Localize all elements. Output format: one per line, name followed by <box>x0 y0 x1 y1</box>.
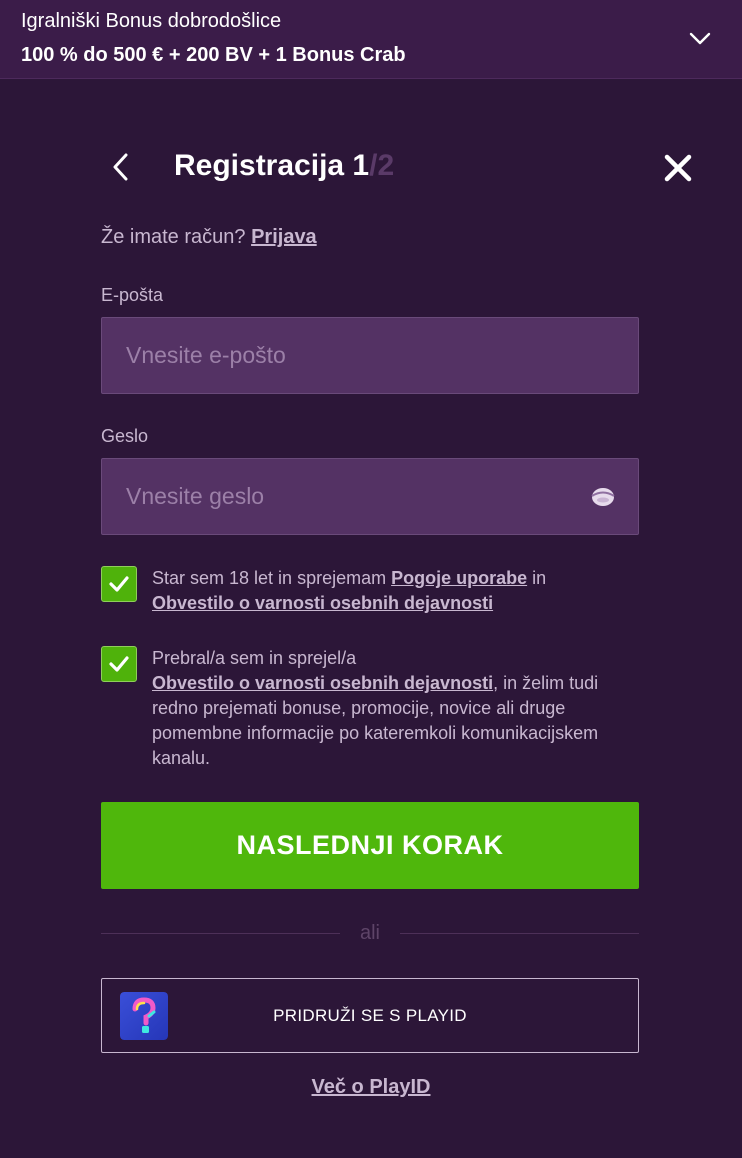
login-link[interactable]: Prijava <box>251 226 317 248</box>
eye-icon[interactable] <box>590 485 616 509</box>
terms-checkbox[interactable] <box>101 566 137 602</box>
login-prompt-text: Že imate račun? <box>101 226 252 248</box>
chevron-left-icon <box>113 153 128 181</box>
bonus-banner-offer: 100 % do 500 € + 200 BV + 1 Bonus Crab <box>21 44 406 66</box>
terms-of-use-link[interactable]: Pogoje uporabe <box>391 568 527 588</box>
more-about-playid-link[interactable]: Več o PlayID <box>0 1076 742 1099</box>
terms-text-2: in <box>527 568 547 588</box>
close-icon <box>664 154 692 182</box>
page-title-step-total: /2 <box>369 149 395 182</box>
chevron-down-icon[interactable] <box>688 28 712 48</box>
divider-or-text: ali <box>359 922 380 944</box>
playid-button-label: PRIDRUŽI SE S PLAYID <box>273 1006 467 1025</box>
password-label: Geslo <box>101 426 149 446</box>
terms-consent-text: Star sem 18 let in sprejemam Pogoje upor… <box>152 566 632 616</box>
page-title: Registracija 1/2 <box>174 149 394 183</box>
back-button[interactable] <box>106 150 138 184</box>
close-button[interactable] <box>660 150 696 186</box>
marketing-consent-text: Prebral/a sem in sprejel/a Obvestilo o v… <box>152 646 632 771</box>
login-prompt: Že imate račun? Prijava <box>101 226 317 249</box>
divider-line-right <box>400 933 639 934</box>
password-field[interactable] <box>101 458 639 535</box>
bonus-banner-title: Igralniški Bonus dobrodošlice <box>21 10 282 32</box>
checkmark-icon <box>109 656 129 672</box>
bonus-banner[interactable]: Igralniški Bonus dobrodošlice 100 % do 5… <box>0 0 742 79</box>
email-field[interactable] <box>101 317 639 394</box>
divider-line-left <box>101 933 340 934</box>
marketing-text-1: Prebral/a sem in sprejel/a <box>152 648 357 668</box>
checkmark-icon <box>109 576 129 592</box>
email-label: E-pošta <box>101 285 164 305</box>
privacy-notice-link[interactable]: Obvestilo o varnosti osebnih dejavnosti <box>152 593 493 613</box>
terms-text-1: Star sem 18 let in sprejemam <box>152 568 392 588</box>
marketing-checkbox[interactable] <box>101 646 137 682</box>
page-title-main: Registracija 1 <box>174 149 370 182</box>
next-step-button[interactable]: NASLEDNJI KORAK <box>101 802 639 889</box>
privacy-notice-link-2[interactable]: Obvestilo o varnosti osebnih dejavnosti <box>152 673 493 693</box>
